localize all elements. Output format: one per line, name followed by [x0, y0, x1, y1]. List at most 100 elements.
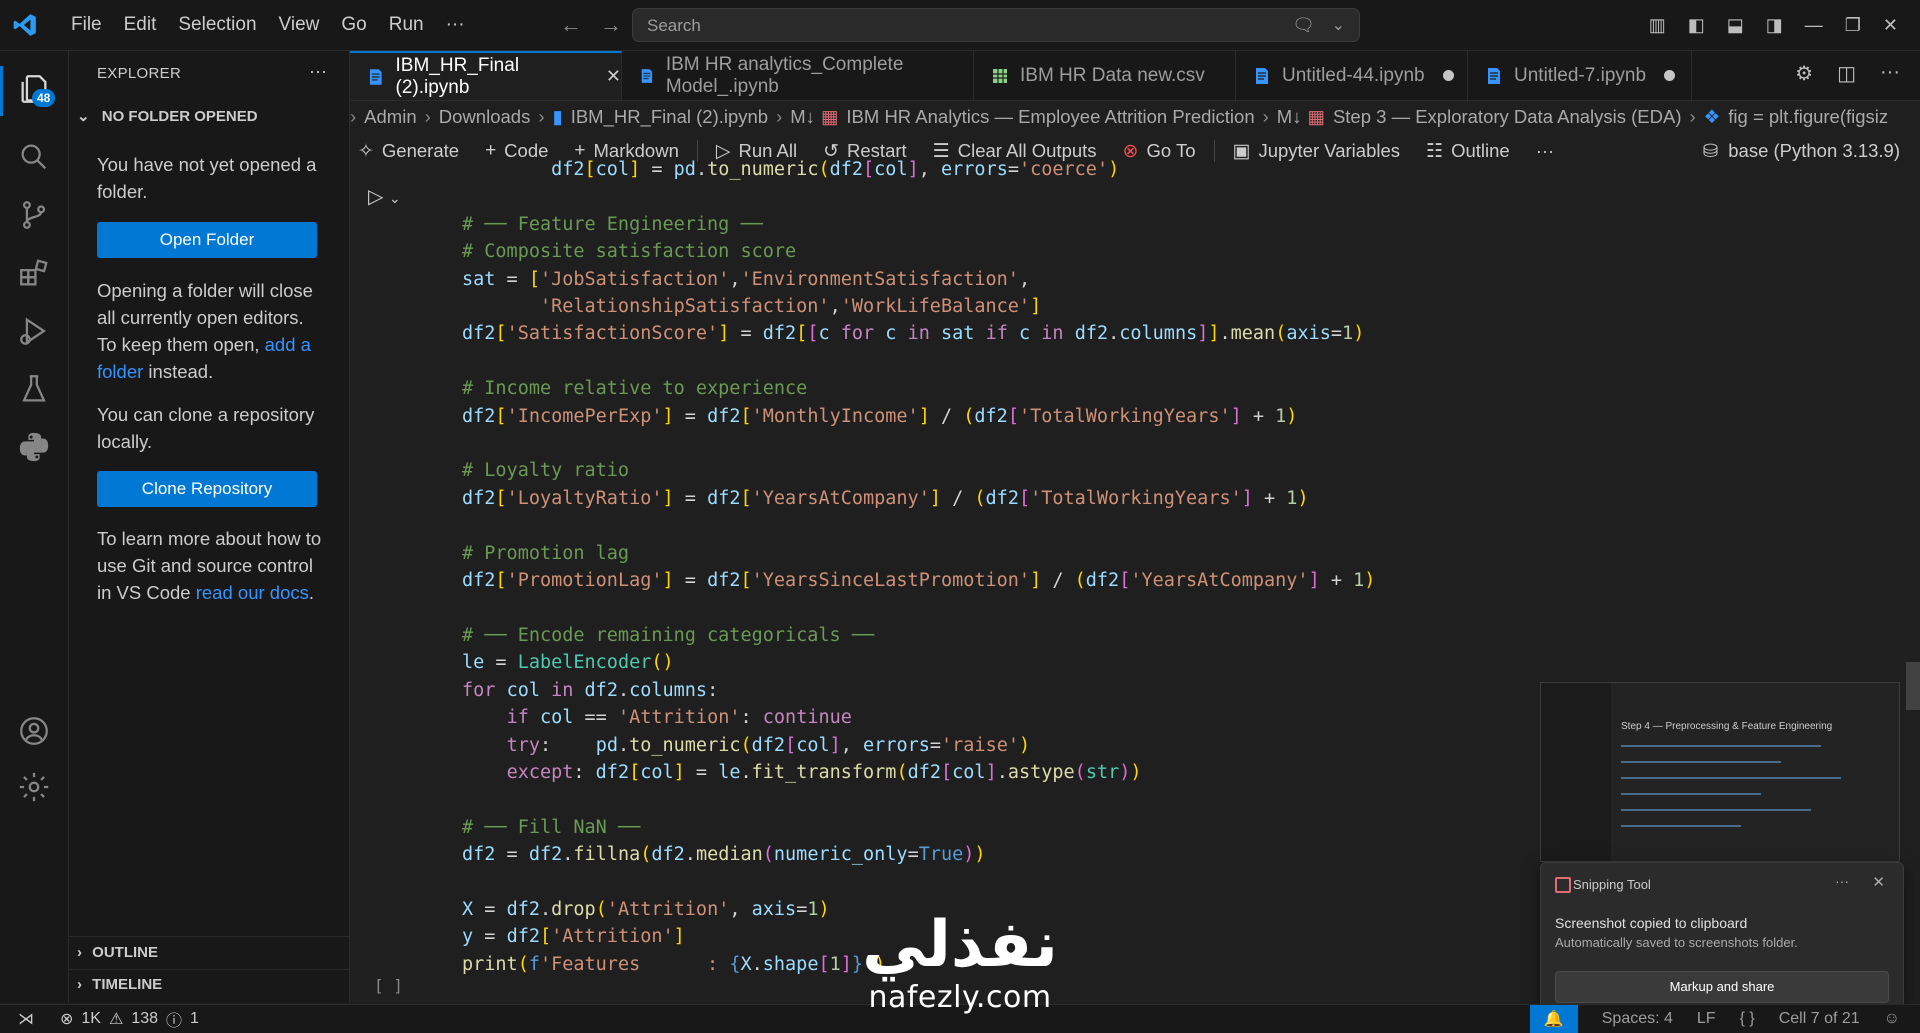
- breadcrumb-file[interactable]: IBM_HR_Final (2).ipynb: [571, 106, 768, 128]
- timeline-section[interactable]: › TIMELINE: [77, 976, 162, 993]
- menu-view[interactable]: View: [268, 14, 331, 36]
- open-folder-button[interactable]: Open Folder: [97, 222, 317, 258]
- toggle-sidebar-icon[interactable]: ◧: [1688, 15, 1705, 36]
- chevron-down-icon[interactable]: ⌄: [1332, 15, 1345, 35]
- breadcrumb-admin[interactable]: Admin: [364, 106, 416, 128]
- outline-section[interactable]: › OUTLINE: [77, 944, 158, 961]
- menu-go[interactable]: Go: [330, 14, 377, 36]
- divider: [69, 969, 349, 970]
- markup-and-share-button[interactable]: Markup and share: [1555, 971, 1889, 1003]
- testing-icon[interactable]: [16, 371, 52, 407]
- chat-icon[interactable]: 🗨: [1292, 15, 1315, 36]
- forward-arrow-icon[interactable]: →: [600, 12, 622, 38]
- settings-gear-icon[interactable]: [16, 769, 52, 805]
- toggle-secondary-sidebar-icon[interactable]: ◨: [1766, 15, 1783, 36]
- watermark-arabic: نفذلي: [862, 908, 1058, 982]
- run-debug-icon[interactable]: [16, 313, 52, 349]
- warning-count[interactable]: 138: [131, 1010, 158, 1028]
- activity-bar: 48: [0, 51, 69, 1003]
- generate-label: Generate: [381, 140, 460, 161]
- kernel-picker[interactable]: ⛁ base (Python 3.13.9): [1703, 134, 1900, 168]
- editor-tabs: IBM_HR_Final (2).ipynb ✕ IBM HR analytic…: [350, 51, 1920, 101]
- tab-ibm-hr-analytics[interactable]: IBM HR analytics_Complete Model_.ipynb: [622, 51, 974, 100]
- menu-run[interactable]: Run: [378, 14, 435, 36]
- error-icon[interactable]: ⊗: [60, 1009, 73, 1029]
- menu-more[interactable]: ···: [435, 14, 476, 36]
- no-folder-label: NO FOLDER OPENED: [101, 108, 258, 125]
- end-of-line[interactable]: LF: [1697, 1010, 1716, 1028]
- close-icon[interactable]: ✕: [606, 66, 621, 87]
- unsaved-dot-icon[interactable]: [1664, 70, 1676, 81]
- menu-selection[interactable]: Selection: [167, 14, 267, 36]
- snipping-tool-notification: Snipping Tool ··· ✕ Screenshot copied to…: [1540, 862, 1904, 1014]
- notebook-file-icon: ▮: [552, 106, 563, 127]
- tab-untitled-7[interactable]: Untitled-7.ipynb: [1468, 51, 1692, 100]
- settings-gear-icon[interactable]: ⚙: [1795, 61, 1813, 86]
- active-indicator: [0, 66, 3, 116]
- feedback-icon[interactable]: ☺: [1884, 1010, 1900, 1028]
- menu-edit[interactable]: Edit: [113, 14, 168, 36]
- python-icon[interactable]: [16, 429, 52, 465]
- unsaved-dot-icon[interactable]: [1442, 70, 1454, 81]
- screenshot-preview[interactable]: Step 4 — Preprocessing & Feature Enginee…: [1540, 682, 1900, 862]
- info-icon[interactable]: ⓘ: [166, 1007, 182, 1031]
- extensions-icon[interactable]: [16, 255, 52, 291]
- no-folder-message: You have not yet opened a folder.: [97, 154, 317, 202]
- remote-indicator-icon[interactable]: ⋊: [0, 1005, 52, 1033]
- tab-ibm-hr-final[interactable]: IBM_HR_Final (2).ipynb ✕: [350, 51, 622, 100]
- breadcrumb-heading-1[interactable]: IBM HR Analytics — Employee Attrition Pr…: [846, 106, 1254, 128]
- list-icon: ☷: [1426, 140, 1444, 162]
- sidebar-title: EXPLORER: [97, 65, 182, 82]
- account-icon[interactable]: [16, 713, 52, 749]
- read-docs-link[interactable]: read our docs: [196, 582, 309, 603]
- chevron-right-icon: ›: [424, 106, 431, 127]
- clone-repository-button[interactable]: Clone Repository: [97, 471, 317, 507]
- indentation[interactable]: Spaces: 4: [1602, 1010, 1673, 1028]
- close-icon[interactable]: ✕: [1872, 873, 1885, 891]
- preview-line: [1621, 745, 1821, 747]
- code-editor[interactable]: df2[col] = pd.to_numeric(df2[col], error…: [462, 156, 1375, 978]
- more-actions-icon[interactable]: ···: [1880, 61, 1900, 86]
- cell-position[interactable]: Cell 7 of 21: [1779, 1010, 1860, 1028]
- toolbar-more-button[interactable]: ···: [1536, 140, 1554, 162]
- chevron-right-icon: ›: [538, 106, 545, 127]
- warning-icon[interactable]: ⚠: [109, 1009, 123, 1029]
- scrollbar-thumb[interactable]: [1906, 662, 1920, 710]
- notification-title: Screenshot copied to clipboard: [1555, 915, 1748, 931]
- outline-label: OUTLINE: [92, 944, 159, 961]
- menu-file[interactable]: File: [60, 14, 113, 36]
- tab-untitled-44[interactable]: Untitled-44.ipynb: [1236, 51, 1468, 100]
- back-arrow-icon[interactable]: ←: [560, 12, 582, 38]
- info-count[interactable]: 1: [190, 1010, 199, 1028]
- breadcrumb-downloads[interactable]: Downloads: [439, 106, 531, 128]
- notification-app-name: Snipping Tool: [1573, 877, 1651, 892]
- preview-line: [1621, 793, 1761, 795]
- close-window-icon[interactable]: ✕: [1883, 15, 1898, 36]
- breadcrumb-heading-2[interactable]: Step 3 — Exploratory Data Analysis (EDA): [1333, 106, 1682, 128]
- sidebar-more-icon[interactable]: ···: [309, 61, 327, 82]
- tab-label: IBM HR Data new.csv: [1020, 64, 1205, 86]
- command-center-search[interactable]: Search 🗨 ⌄: [632, 8, 1360, 42]
- outline-button[interactable]: ☷ Outline: [1426, 140, 1510, 163]
- error-count[interactable]: 1K: [81, 1010, 101, 1028]
- run-cell-icon[interactable]: ▷ ⌄: [368, 184, 401, 209]
- more-options-icon[interactable]: ···: [1835, 873, 1849, 889]
- search-icon[interactable]: [16, 139, 52, 175]
- split-editor-icon[interactable]: ◫: [1837, 61, 1856, 86]
- toggle-panel-icon[interactable]: ⬓: [1727, 15, 1744, 36]
- notifications-bell-icon[interactable]: 🔔: [1529, 1005, 1578, 1033]
- customize-layout-icon[interactable]: ▥: [1649, 15, 1666, 36]
- source-control-icon[interactable]: [16, 197, 52, 233]
- restore-icon[interactable]: ❐: [1845, 15, 1861, 36]
- note-text-end: instead.: [143, 361, 214, 382]
- kernel-label: base (Python 3.13.9): [1728, 140, 1900, 161]
- preview-sidebar: [1541, 683, 1611, 861]
- chevron-down-icon[interactable]: ⌄: [389, 190, 401, 206]
- tab-ibm-hr-data-csv[interactable]: IBM HR Data new.csv: [974, 51, 1236, 100]
- minimize-icon[interactable]: —: [1805, 15, 1823, 36]
- generate-button[interactable]: ✧ Generate: [358, 140, 459, 163]
- layout-icon[interactable]: { }: [1740, 1010, 1755, 1028]
- markdown-icon: M↓: [1276, 106, 1302, 127]
- no-folder-section[interactable]: ⌄ NO FOLDER OPENED: [77, 107, 258, 125]
- breadcrumb-cell[interactable]: fig = plt.figure(figsiz: [1728, 106, 1888, 128]
